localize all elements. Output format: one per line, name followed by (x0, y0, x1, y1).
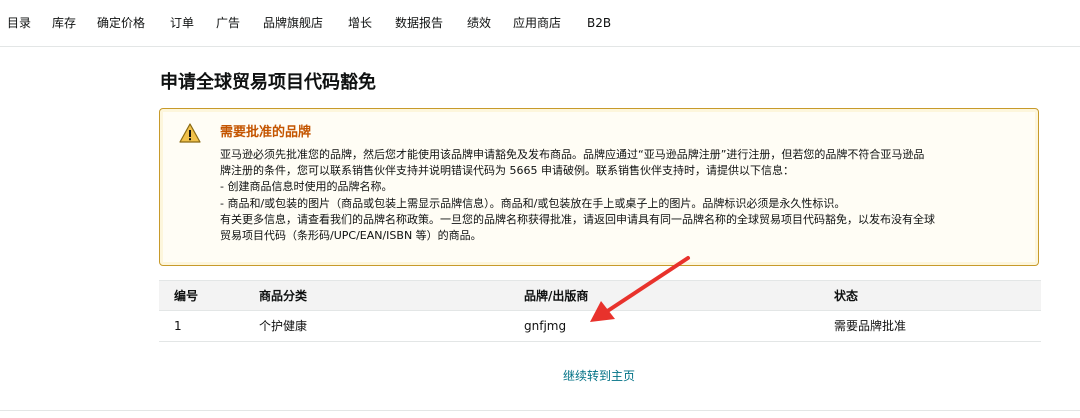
nav-item-growth[interactable]: 增长 (348, 15, 372, 31)
nav-item-b2b[interactable]: B2B (587, 15, 611, 31)
nav-item-reports[interactable]: 数据报告 (395, 15, 443, 31)
cell-category: 个护健康 (259, 319, 308, 333)
cell-status: 需要品牌批准 (834, 319, 907, 333)
alert-line: 亚马逊必须先批准您的品牌，然后您才能使用该品牌申请豁免及发布商品。品牌应通过“亚… (220, 148, 925, 161)
nav-item-app-store[interactable]: 应用商店 (513, 15, 561, 31)
cell-brand: gnfjmg (524, 319, 567, 333)
nav-item-performance[interactable]: 绩效 (467, 15, 491, 31)
alert-line: 牌注册的条件，您可以联系销售伙伴支持并说明错误代码为 5665 申请破例。联系销… (220, 164, 794, 178)
column-header-brand: 品牌/出版商 (524, 289, 589, 303)
bottom-divider (0, 410, 1080, 411)
top-navigation-bar: 目录 库存 确定价格 订单 广告 品牌旗舰店 增长 数据报告 绩效 应用商店 B… (0, 0, 1080, 47)
table-row: 1 个护健康 gnfjmg 需要品牌批准 (159, 311, 1041, 342)
nav-item-orders[interactable]: 订单 (170, 15, 194, 31)
alert-line: 贸易项目代码（条形码/UPC/EAN/ISBN 等）的商品。 (220, 229, 482, 243)
exemption-table: 编号 商品分类 品牌/出版商 状态 1 个护健康 gnfjmg 需要品牌批准 (159, 280, 1041, 342)
warning-icon (179, 123, 201, 143)
alert-line: - 商品和/或包装的图片（商品或包装上需显示品牌信息）。商品和/或包装放在手上或… (220, 196, 846, 210)
alert-line: - 创建商品信息时使用的品牌名称。 (220, 180, 393, 194)
warning-icon-bar (189, 130, 191, 137)
column-header-status: 状态 (834, 289, 859, 303)
column-header-number: 编号 (174, 289, 199, 303)
alert-body: 亚马逊必须先批准您的品牌，然后您才能使用该品牌申请豁免及发布商品。品牌应通过“亚… (220, 147, 1032, 244)
continue-to-home-link[interactable]: 继续转到主页 (563, 367, 635, 384)
nav-item-inventory[interactable]: 库存 (52, 15, 76, 31)
alert-heading: 需要批准的品牌 (220, 125, 312, 140)
nav-item-pricing[interactable]: 确定价格 (97, 15, 145, 31)
warning-icon-dot (189, 138, 191, 141)
column-header-category: 商品分类 (259, 289, 308, 303)
table-header-row: 编号 商品分类 品牌/出版商 状态 (159, 280, 1041, 311)
cell-number: 1 (174, 319, 182, 333)
page-title: 申请全球贸易项目代码豁免 (160, 72, 376, 93)
nav-item-advertising[interactable]: 广告 (216, 15, 240, 31)
alert-line: 有关更多信息，请查看我们的品牌名称政策。一旦您的品牌名称获得批准，请返回申请具有… (220, 212, 935, 226)
nav-item-catalog[interactable]: 目录 (7, 15, 31, 31)
nav-item-brand-store[interactable]: 品牌旗舰店 (263, 15, 323, 31)
brand-approval-alert: 需要批准的品牌 亚马逊必须先批准您的品牌，然后您才能使用该品牌申请豁免及发布商品… (159, 108, 1039, 266)
